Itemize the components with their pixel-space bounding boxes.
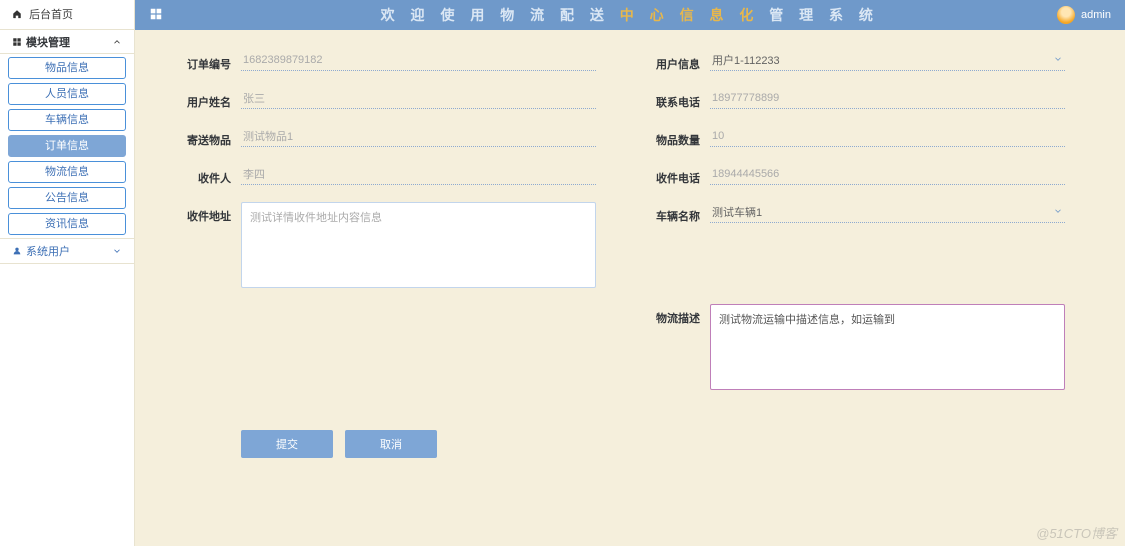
user-area[interactable]: admin (1057, 6, 1111, 24)
field-order-no: 订单编号 (175, 50, 596, 72)
sidebar-item-order[interactable]: 订单信息 (8, 135, 126, 157)
username: admin (1081, 9, 1111, 21)
select-vehicle-value[interactable] (710, 202, 1065, 222)
user-icon (12, 246, 22, 256)
section-module-mgmt[interactable]: 模块管理 (0, 30, 134, 54)
chevron-up-icon (112, 37, 122, 47)
field-send-item: 寄送物品 (175, 126, 596, 148)
topbar: 欢 迎 使 用 物 流 配 送 中 心 信 息 化 管 理 系 统 admin (135, 0, 1125, 30)
input-item-qty[interactable] (710, 126, 1065, 147)
chevron-down-icon (1053, 54, 1063, 67)
label-phone: 联系电话 (644, 88, 700, 110)
chevron-down-icon (1053, 206, 1063, 219)
submit-button[interactable]: 提交 (241, 430, 333, 458)
input-order-no[interactable] (241, 50, 596, 71)
chevron-down-icon (112, 246, 122, 256)
field-vehicle: 车辆名称 (644, 202, 1065, 294)
label-vehicle: 车辆名称 (644, 202, 700, 224)
label-recv-addr: 收件地址 (175, 202, 231, 224)
sidebar-item-goods[interactable]: 物品信息 (8, 57, 126, 79)
sidebar-item-logistic[interactable]: 物流信息 (8, 161, 126, 183)
label-recipient: 收件人 (175, 164, 231, 186)
home-link-text: 后台首页 (29, 9, 73, 21)
input-recv-phone[interactable] (710, 164, 1065, 185)
section-system-user-label: 系统用户 (26, 243, 70, 259)
dashboard-icon[interactable] (149, 7, 163, 24)
input-send-item[interactable] (241, 126, 596, 147)
label-user-name: 用户姓名 (175, 88, 231, 110)
label-order-no: 订单编号 (175, 50, 231, 72)
label-item-qty: 物品数量 (644, 126, 700, 148)
input-recipient[interactable] (241, 164, 596, 185)
sidebar-item-notice[interactable]: 公告信息 (8, 187, 126, 209)
sidebar-items: 物品信息人员信息车辆信息订单信息物流信息公告信息资讯信息 (0, 54, 134, 238)
section-module-mgmt-label: 模块管理 (26, 34, 70, 50)
field-recv-phone: 收件电话 (644, 164, 1065, 186)
order-form: 订单编号 用户信息 用户姓名 联系电话 寄送物品 物品数量 收件人 (175, 50, 1065, 458)
field-recipient: 收件人 (175, 164, 596, 186)
field-logistic-desc: 物流描述 (644, 304, 1065, 390)
sidebar-item-news[interactable]: 资讯信息 (8, 213, 126, 235)
field-phone: 联系电话 (644, 88, 1065, 110)
home-link[interactable]: 后台首页 (0, 0, 134, 30)
textarea-logistic-desc[interactable] (710, 304, 1065, 390)
field-user-name: 用户姓名 (175, 88, 596, 110)
avatar (1057, 6, 1075, 24)
field-recv-addr: 收件地址 (175, 202, 596, 288)
select-user-info[interactable] (710, 50, 1065, 71)
input-user-name[interactable] (241, 88, 596, 109)
label-send-item: 寄送物品 (175, 126, 231, 148)
label-recv-phone: 收件电话 (644, 164, 700, 186)
select-user-info-value[interactable] (710, 50, 1065, 70)
label-user-info: 用户信息 (644, 50, 700, 72)
button-row: 提交 取消 (175, 430, 1065, 458)
sidebar-item-vehicle[interactable]: 车辆信息 (8, 109, 126, 131)
textarea-recv-addr[interactable] (241, 202, 596, 288)
cancel-button[interactable]: 取消 (345, 430, 437, 458)
main-content: 订单编号 用户信息 用户姓名 联系电话 寄送物品 物品数量 收件人 (135, 30, 1125, 546)
label-logistic-desc: 物流描述 (644, 304, 700, 326)
sidebar: 后台首页 模块管理 物品信息人员信息车辆信息订单信息物流信息公告信息资讯信息 系… (0, 0, 135, 546)
watermark: @51CTO博客 (1036, 523, 1117, 542)
sidebar-item-people[interactable]: 人员信息 (8, 83, 126, 105)
field-user-info: 用户信息 (644, 50, 1065, 72)
field-item-qty: 物品数量 (644, 126, 1065, 148)
select-vehicle[interactable] (710, 202, 1065, 223)
home-icon (12, 9, 22, 19)
input-phone[interactable] (710, 88, 1065, 109)
section-system-user[interactable]: 系统用户 (0, 238, 134, 264)
grid-icon (12, 37, 22, 47)
